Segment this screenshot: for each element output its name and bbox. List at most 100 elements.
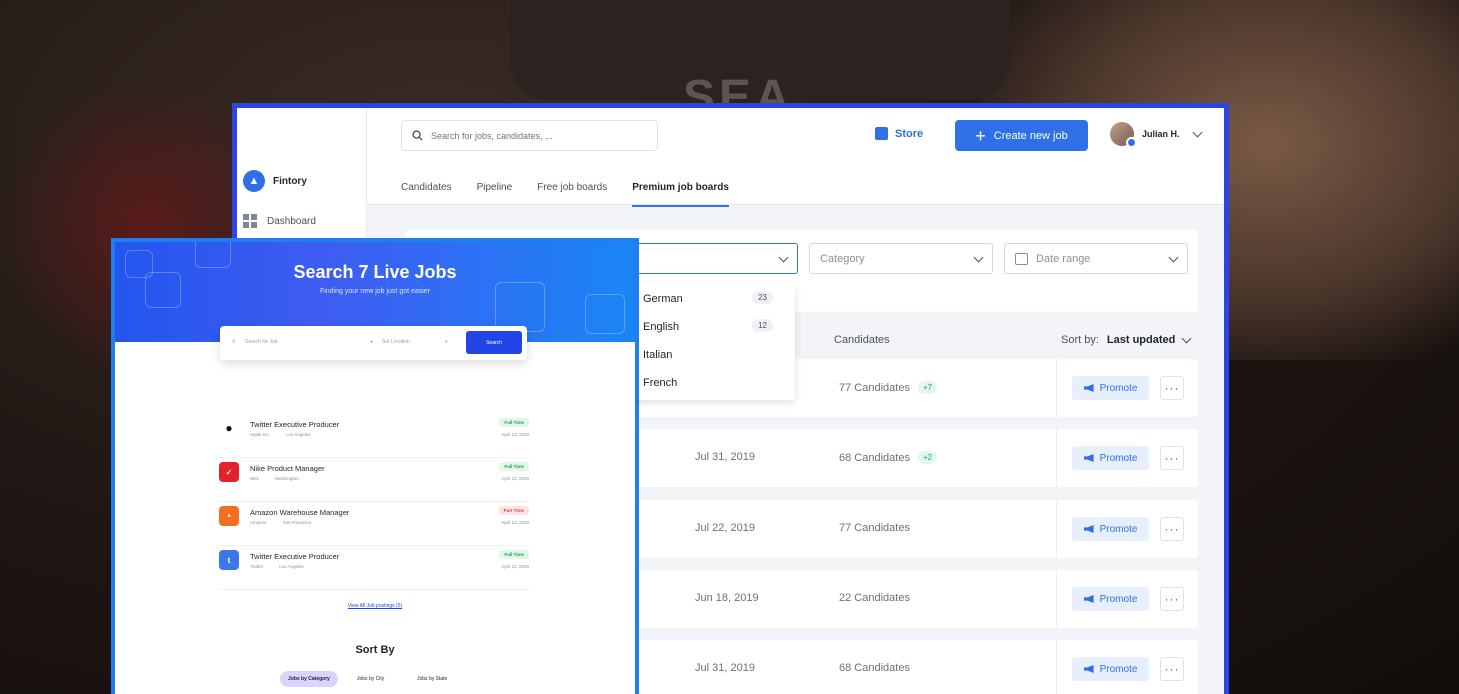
language-dropdown: German 23 English 12 Italian French: [629, 283, 795, 400]
row-date: Jul 31, 2019: [695, 662, 755, 674]
job-meta: Nike Washington: [250, 476, 299, 481]
job-title: Amazon Warehouse Manager: [250, 508, 350, 517]
job-company: Amazon: [250, 520, 267, 525]
promote-button[interactable]: Promote: [1072, 657, 1149, 681]
job-title: Twitter Executive Producer: [250, 420, 340, 429]
job-company: Nike: [250, 476, 260, 481]
chevron-down-icon: [973, 252, 984, 262]
megaphone-icon: [1083, 525, 1094, 533]
row-candidates: 77 Candidates +7: [839, 381, 938, 394]
megaphone-icon: [1083, 665, 1094, 673]
tab-premium-job-boards[interactable]: Premium job boards: [632, 182, 729, 207]
option-label: English: [643, 321, 680, 333]
category-select[interactable]: Category: [809, 243, 993, 274]
tab-candidates[interactable]: Candidates: [401, 182, 452, 207]
divider: [1056, 640, 1057, 694]
row-candidates: 22 Candidates: [839, 592, 910, 604]
divider: [1056, 359, 1057, 417]
brand[interactable]: ▲ Fintory: [243, 170, 307, 192]
more-options-button[interactable]: ···: [1160, 587, 1184, 611]
tab-free-job-boards[interactable]: Free job boards: [537, 182, 607, 207]
more-options-button[interactable]: ···: [1160, 446, 1184, 470]
job-listing[interactable]: ● Twitter Executive Producer Apple Inc. …: [219, 414, 529, 458]
job-listing[interactable]: t Twitter Executive Producer Twitter Los…: [219, 546, 529, 590]
job-meta: Amazon San Francisco: [250, 520, 311, 525]
date-range-wrap: Date range: [1015, 252, 1090, 265]
job-search-input[interactable]: Search for Job: [245, 339, 278, 345]
sort-control[interactable]: Sort by: Last updated: [1061, 333, 1192, 346]
dropdown-option[interactable]: Italian: [643, 349, 672, 361]
dropdown-option[interactable]: German 23: [643, 291, 783, 305]
fintory-logo-icon: ▲: [243, 170, 265, 192]
more-options-button[interactable]: ···: [1160, 657, 1184, 681]
search-icon: [412, 130, 423, 141]
user-menu[interactable]: Julian H.: [1110, 122, 1202, 148]
candidate-count: 22 Candidates: [839, 592, 910, 604]
job-meta: Twitter Los Angeles: [250, 564, 304, 569]
more-options-button[interactable]: ···: [1160, 517, 1184, 541]
job-listing[interactable]: ✓ Nike Product Manager Nike Washington F…: [219, 458, 529, 502]
calendar-icon: [1015, 252, 1028, 265]
candidate-count: 68 Candidates: [839, 662, 910, 674]
user-name: Julian H.: [1142, 129, 1180, 139]
more-options-button[interactable]: ···: [1160, 376, 1184, 400]
job-board-subtitle: Finding your new job just got easier: [319, 288, 431, 295]
sidebar-item-dashboard[interactable]: Dashboard: [243, 214, 316, 228]
sort-jobs-by-category[interactable]: Jobs by Category: [280, 671, 338, 687]
promote-button[interactable]: Promote: [1072, 517, 1149, 541]
chevron-down-icon: [1192, 127, 1202, 138]
store-label: Store: [895, 127, 924, 140]
sidebar-item-label: Dashboard: [267, 215, 316, 227]
create-job-label: Create new job: [993, 129, 1068, 142]
shopping-bag-icon: [875, 127, 888, 140]
chevron-down-icon: ▾: [445, 339, 448, 345]
promote-label: Promote: [1099, 593, 1138, 605]
megaphone-icon: [1083, 384, 1094, 392]
amazon-logo-icon: a: [219, 506, 239, 526]
nike-logo-icon: ✓: [219, 462, 239, 482]
job-type-badge: Full Time: [499, 418, 529, 427]
store-link[interactable]: Store: [875, 127, 923, 140]
promote-button[interactable]: Promote: [1072, 587, 1149, 611]
option-count: 23: [752, 291, 773, 304]
date-range-select[interactable]: Date range: [1004, 243, 1188, 274]
create-job-button[interactable]: + Create new job: [955, 120, 1088, 151]
row-date: Jul 31, 2019: [695, 451, 755, 463]
job-date: April 12, 2020: [501, 520, 529, 525]
verified-badge-icon: [1126, 137, 1137, 148]
promote-label: Promote: [1099, 382, 1138, 394]
job-search-button[interactable]: Search: [466, 331, 522, 354]
job-board-window: Search 7 Live Jobs Finding your new job …: [111, 238, 639, 694]
option-label: French: [643, 377, 678, 389]
sort-jobs-by-city[interactable]: Jobs by City: [349, 671, 392, 687]
sort-value: Last updated: [1106, 334, 1176, 346]
divider: [1056, 570, 1057, 628]
sort-jobs-by-state[interactable]: Jobs by State: [409, 671, 455, 687]
job-date: April 12, 2020: [501, 564, 529, 569]
row-candidates: 77 Candidates: [839, 522, 910, 534]
job-meta: Apple Inc. Los Angeles: [250, 432, 311, 437]
tab-pipeline[interactable]: Pipeline: [477, 182, 513, 207]
job-location: San Francisco: [282, 520, 312, 525]
row-candidates: 68 Candidates: [839, 662, 910, 674]
row-candidates: 68 Candidates +2: [839, 451, 938, 464]
promote-label: Promote: [1099, 523, 1138, 535]
view-all-link[interactable]: View All Job postings (5): [115, 603, 635, 609]
job-date: April 13, 2020: [501, 432, 529, 437]
chevron-down-icon: [1168, 252, 1179, 262]
promote-label: Promote: [1099, 663, 1138, 675]
row-date: Jun 18, 2019: [695, 592, 759, 604]
dropdown-option[interactable]: English 12: [643, 319, 783, 333]
job-listing[interactable]: a Amazon Warehouse Manager Amazon San Fr…: [219, 502, 529, 546]
grid-icon: [243, 214, 257, 228]
search-box[interactable]: [401, 120, 658, 151]
category-select-value: Category: [820, 252, 865, 265]
job-search-box: ⚲ Search for Job ● Set Location ▾ Search: [220, 326, 527, 360]
location-pin-icon: ●: [370, 339, 374, 345]
promote-button[interactable]: Promote: [1072, 446, 1149, 470]
search-input[interactable]: [431, 130, 631, 141]
row-date: Jul 22, 2019: [695, 522, 755, 534]
dropdown-option[interactable]: French: [643, 377, 677, 389]
promote-button[interactable]: Promote: [1072, 376, 1149, 400]
location-input[interactable]: Set Location: [382, 339, 410, 345]
